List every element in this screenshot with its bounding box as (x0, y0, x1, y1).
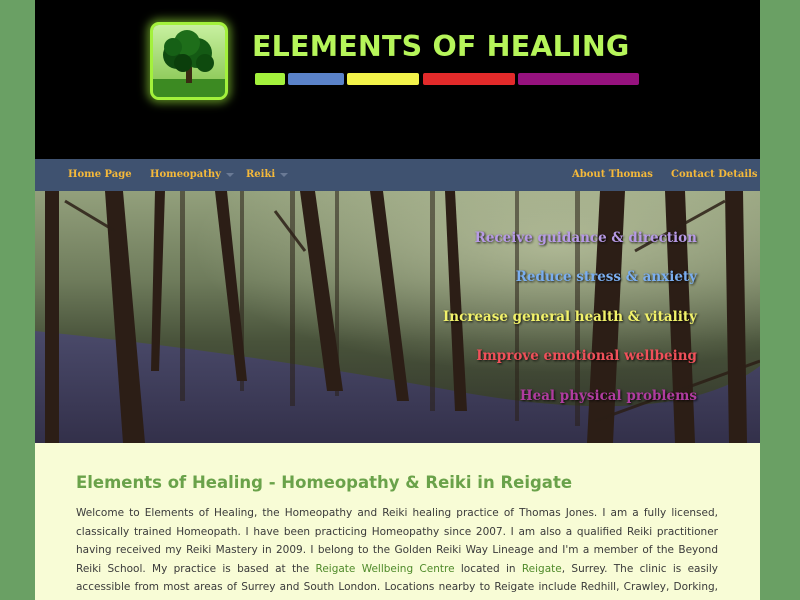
color-bar-red (423, 73, 515, 85)
main-navigation: Home Page Homeopathy Reiki About Thomas … (35, 159, 760, 191)
nav-contact-link[interactable]: Contact Details (671, 159, 758, 191)
reigate-wellbeing-centre-link[interactable]: Reigate Wellbeing Centre (316, 563, 455, 575)
page-container: ELEMENTS OF HEALING Home Page Homeopathy… (35, 0, 760, 600)
hero-tagline-guidance: Receive guidance & direction (474, 230, 697, 246)
intro-paragraph: Welcome to Elements of Healing, the Home… (76, 504, 718, 600)
chevron-down-icon (280, 172, 289, 177)
nav-homeopathy-label: Homeopathy (150, 169, 221, 180)
site-header: ELEMENTS OF HEALING (35, 0, 760, 159)
main-content: Elements of Healing - Homeopathy & Reiki… (35, 443, 760, 600)
nav-about-link[interactable]: About Thomas (572, 159, 653, 191)
reigate-link[interactable]: Reigate (522, 563, 562, 575)
nav-reiki-menu[interactable]: Reiki (246, 159, 289, 191)
nav-homeopathy-menu[interactable]: Homeopathy (150, 159, 234, 191)
hero-tagline-stress: Reduce stress & anxiety (515, 269, 697, 285)
nav-reiki-label: Reiki (246, 169, 276, 180)
site-title[interactable]: ELEMENTS OF HEALING (252, 30, 629, 63)
color-bar-yellow (347, 73, 419, 85)
chevron-down-icon (225, 172, 234, 177)
color-bar-purple (518, 73, 639, 85)
hero-tagline-vitality: Increase general health & vitality (442, 309, 697, 325)
page-title: Elements of Healing - Homeopathy & Reiki… (76, 473, 573, 492)
tree-icon[interactable] (150, 22, 228, 100)
hero-tagline-emotional: Improve emotional wellbeing (476, 348, 697, 364)
hero-banner: Receive guidance & direction Reduce stre… (35, 191, 760, 443)
nav-home-link[interactable]: Home Page (68, 159, 132, 191)
hero-tagline-physical: Heal physical problems (519, 388, 697, 404)
color-bar-blue (288, 73, 344, 85)
intro-text-2: located in (454, 562, 522, 575)
color-bar-green (255, 73, 285, 85)
